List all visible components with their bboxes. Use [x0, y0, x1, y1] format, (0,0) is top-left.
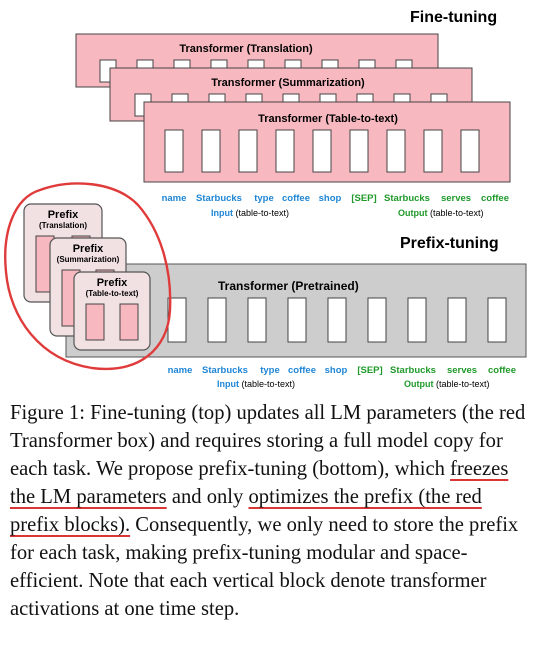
pretrained-label: Transformer (Pretrained): [218, 279, 359, 293]
activation-block: [275, 129, 295, 173]
token-input: type: [260, 365, 280, 376]
finetune-output-label: Output (table-to-text): [398, 208, 484, 218]
finetune-box-3: Transformer (Table-to-text): [143, 101, 511, 183]
prefixtune-token-row: name Starbucks type coffee shop [SEP] Starbuck…: [168, 365, 516, 376]
activation-block: [312, 129, 332, 173]
prefix-box-3: Prefix(Table-to-text): [73, 271, 151, 351]
prefix-activation-block: [85, 303, 105, 341]
token-output: Starbucks: [384, 193, 430, 204]
token-output: [SEP]: [357, 365, 382, 376]
token-output: coffee: [488, 365, 516, 376]
prefixtune-input-label: Input (table-to-text): [217, 379, 295, 389]
activation-block: [349, 129, 369, 173]
finetune-box-label: Transformer (Translation): [179, 43, 313, 55]
activation-block: [238, 129, 258, 173]
caption-text-1: Figure 1: Fine-tuning (top) updates all …: [10, 402, 526, 480]
activation-block: [367, 297, 387, 343]
token-output: serves: [447, 365, 477, 376]
finetune-input-label: Input (table-to-text): [211, 208, 289, 218]
token-input: coffee: [288, 365, 316, 376]
token-input: type: [254, 193, 274, 204]
prefix-stack: Prefix(Translation)Prefix(Summarization)…: [23, 203, 151, 351]
token-input: coffee: [282, 193, 310, 204]
prefixtune-heading: Prefix-tuning: [400, 235, 499, 252]
prefixtune-output-label: Output (table-to-text): [404, 379, 490, 389]
prefix-tuning-diagram: Fine-tuning Prefix-tuning Transformer (T…: [4, 9, 527, 389]
caption-text-2: and only: [166, 486, 249, 508]
finetune-transformer-stack: Transformer (Translation) Transformer (Su…: [75, 33, 511, 183]
token-input: name: [162, 193, 187, 204]
prefix-title: Prefix: [97, 277, 128, 289]
token-output: serves: [441, 193, 471, 204]
pretrained-activation-blocks: [167, 297, 507, 343]
token-output: coffee: [481, 193, 509, 204]
finetune-token-row: name Starbucks type coffee shop [SEP] Starbuck…: [162, 193, 509, 204]
prefix-title: Prefix: [48, 209, 79, 221]
activation-block: [327, 297, 347, 343]
activation-block: [447, 297, 467, 343]
activation-block: [423, 129, 443, 173]
activation-block: [287, 297, 307, 343]
activation-block: [386, 129, 406, 173]
activation-block: [201, 129, 221, 173]
token-output: Starbucks: [390, 365, 436, 376]
finetune-box-label: Transformer (Table-to-text): [258, 113, 398, 125]
token-input: Starbucks: [202, 365, 248, 376]
prefix-subtitle: (Summarization): [57, 255, 120, 264]
prefix-subtitle: (Table-to-text): [86, 289, 139, 298]
token-input: name: [168, 365, 193, 376]
token-input: shop: [325, 365, 348, 376]
activation-block: [487, 297, 507, 343]
finetune-box-label: Transformer (Summarization): [211, 77, 365, 89]
activation-block: [247, 297, 267, 343]
activation-block: [164, 129, 184, 173]
figure-caption: Figure 1: Fine-tuning (top) updates all …: [10, 399, 532, 623]
activation-block: [407, 297, 427, 343]
token-input: Starbucks: [196, 193, 242, 204]
finetune-heading: Fine-tuning: [410, 9, 497, 26]
token-output: [SEP]: [351, 193, 376, 204]
prefix-activation-block: [119, 303, 139, 341]
prefix-subtitle: (Translation): [39, 221, 87, 230]
prefix-title: Prefix: [73, 243, 104, 255]
activation-block: [207, 297, 227, 343]
token-input: shop: [319, 193, 342, 204]
activation-block: [460, 129, 480, 173]
